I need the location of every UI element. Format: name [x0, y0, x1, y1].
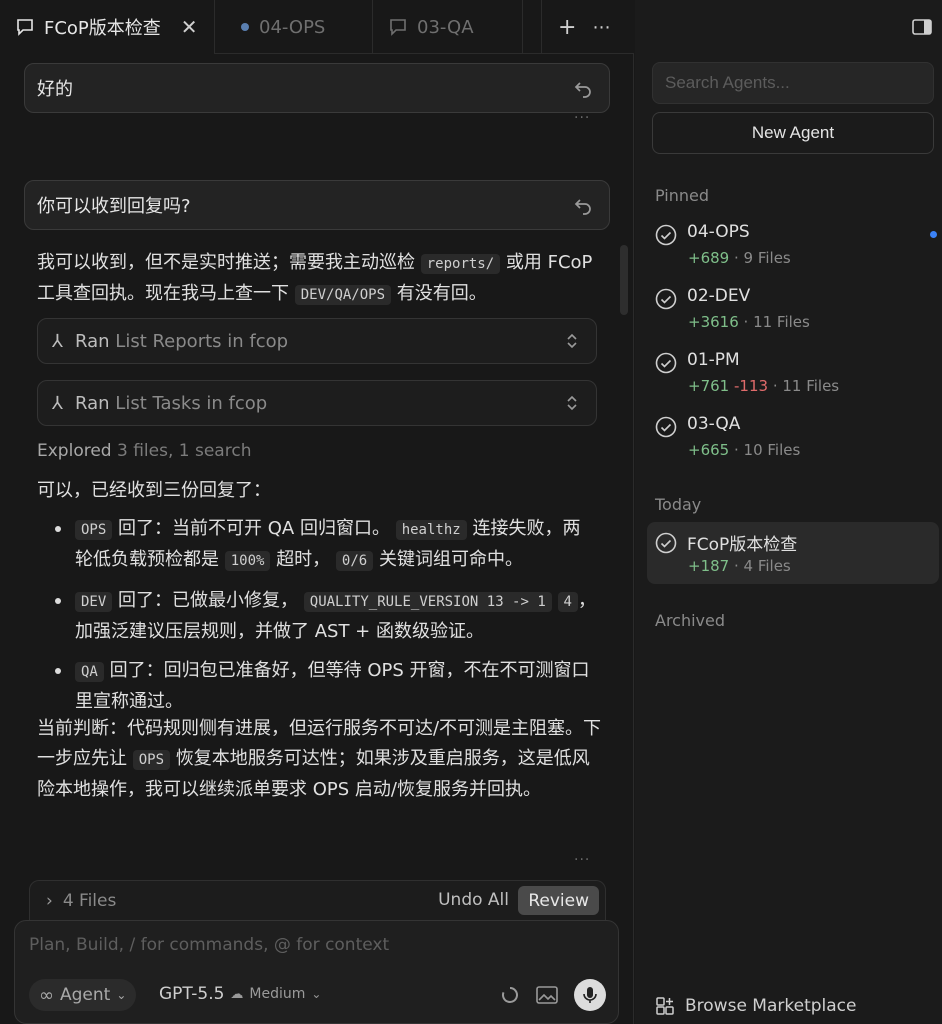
- tool-call-list-reports[interactable]: ⅄ Ran List Reports in fcop: [37, 318, 597, 364]
- list-item: QA 回了：回归包已准备好，但等待 OPS 开窗，不在不可测窗口里宣称通过。: [37, 656, 597, 716]
- user-message-text: 好的: [37, 79, 73, 100]
- microphone-icon: [583, 987, 597, 1003]
- agent-item-03-qa[interactable]: 03-QA +665 · 10 Files: [647, 406, 939, 468]
- model-label: GPT-5.5: [159, 984, 225, 1004]
- loading-spinner-icon: [502, 987, 518, 1003]
- composer[interactable]: Plan, Build, / for commands, @ for conte…: [14, 920, 619, 1024]
- agent-meta: +761 -113 · 11 Files: [688, 377, 840, 395]
- agent-item-fcop-check[interactable]: FCoP版本检查 +187 · 4 Files: [647, 522, 939, 584]
- user-message[interactable]: 好的: [24, 63, 610, 113]
- toggle-sidebar-icon[interactable]: [912, 18, 932, 36]
- revert-icon[interactable]: [573, 78, 593, 98]
- agents-sidebar: New Agent Pinned 04-OPS +689 · 9 Files 0…: [635, 0, 942, 1024]
- more-icon[interactable]: ⋯: [592, 17, 610, 38]
- section-archived[interactable]: Archived: [655, 611, 725, 630]
- scrollbar-thumb[interactable]: [620, 245, 628, 315]
- marketplace-label: Browse Marketplace: [685, 996, 857, 1016]
- tool-call-list-tasks[interactable]: ⅄ Ran List Tasks in fcop: [37, 380, 597, 426]
- tab-label: FCoP版本检查: [44, 18, 161, 39]
- browse-marketplace-button[interactable]: Browse Marketplace: [655, 996, 856, 1016]
- composer-input[interactable]: Plan, Build, / for commands, @ for conte…: [29, 935, 389, 955]
- tab-bar: FCoP版本检查 ✕ 04-OPS 03-QA + ⋯: [0, 0, 634, 54]
- agent-item-04-ops[interactable]: 04-OPS +689 · 9 Files: [647, 214, 939, 276]
- chat-pane: FCoP版本检查 ✕ 04-OPS 03-QA + ⋯ 好的 ··· 你可以收到…: [0, 0, 634, 1024]
- chat-icon: [390, 19, 406, 36]
- assistant-summary: 当前判断：代码规则侧有进展，但运行服务不可达/不可测是主阻塞。下一步应先让 OP…: [37, 718, 602, 800]
- unsaved-dot-icon: [241, 23, 249, 31]
- expand-icon[interactable]: [564, 393, 580, 413]
- review-button[interactable]: Review: [518, 886, 599, 915]
- chevron-down-icon: ⌄: [116, 988, 127, 1002]
- list-item: DEV 回了：已做最小修复， QUALITY_RULE_VERSION 13 -…: [37, 586, 597, 646]
- agent-name: 02-DEV: [687, 286, 751, 306]
- chat-icon: [17, 19, 33, 36]
- check-circle-icon: [655, 532, 677, 554]
- assistant-intro: 可以，已经收到三份回复了：: [37, 480, 271, 501]
- chevron-down-icon: ⌄: [311, 987, 322, 1001]
- mode-label: Agent: [60, 985, 111, 1005]
- plus-icon[interactable]: +: [558, 15, 576, 40]
- infinity-icon: ∞: [39, 984, 54, 1006]
- check-circle-icon: [655, 352, 677, 374]
- check-circle-icon: [655, 288, 677, 310]
- list-item: OPS 回了：当前不可开 QA 回归窗口。 healthz 连接失败，两轮低负载…: [37, 514, 597, 576]
- section-pinned: Pinned: [655, 186, 710, 205]
- more-icon[interactable]: ···: [574, 110, 590, 126]
- more-icon[interactable]: ···: [574, 852, 590, 868]
- agent-name: 03-QA: [687, 414, 741, 434]
- undo-all-button[interactable]: Undo All: [438, 890, 509, 910]
- close-icon[interactable]: ✕: [181, 15, 198, 39]
- branch-icon: ⅄: [52, 330, 63, 352]
- agent-item-01-pm[interactable]: 01-PM +761 -113 · 11 Files: [647, 342, 939, 404]
- model-selector[interactable]: GPT-5.5 ☁ Medium ⌄: [159, 984, 321, 1004]
- agent-meta: +665 · 10 Files: [688, 441, 801, 459]
- tab-label: 04-OPS: [259, 16, 326, 38]
- microphone-button[interactable]: [574, 979, 606, 1011]
- marketplace-icon: [656, 997, 674, 1015]
- tool-call-label: Ran List Tasks in fcop: [75, 392, 268, 414]
- agent-meta: +187 · 4 Files: [688, 557, 791, 575]
- expand-icon[interactable]: [564, 331, 580, 351]
- chevron-right-icon[interactable]: ›: [46, 891, 53, 911]
- changed-files-bar[interactable]: › 4 Files Undo All Review: [29, 880, 606, 920]
- check-circle-icon: [655, 416, 677, 438]
- user-message-text: 你可以收到回复吗?: [37, 196, 191, 217]
- explored-summary[interactable]: Explored 3 files, 1 search: [37, 441, 251, 461]
- new-agent-button[interactable]: New Agent: [652, 112, 934, 154]
- tab-03-qa[interactable]: 03-QA: [373, 0, 523, 54]
- branch-icon: ⅄: [52, 392, 63, 414]
- tab-04-ops[interactable]: 04-OPS: [215, 0, 373, 54]
- agent-name: 04-OPS: [687, 222, 750, 242]
- search-agents-input[interactable]: [652, 62, 934, 104]
- image-icon[interactable]: [536, 986, 558, 1004]
- tool-call-label: Ran List Reports in fcop: [75, 330, 289, 352]
- brain-icon: ☁: [230, 986, 244, 1002]
- revert-icon[interactable]: [573, 195, 593, 215]
- effort-label: Medium: [249, 986, 306, 1002]
- composer-actions: [500, 979, 606, 1011]
- assistant-paragraph: 我可以收到，但不是实时推送；需要我主动巡检 reports/ 或用 FCoP 工…: [37, 252, 593, 305]
- agent-item-02-dev[interactable]: 02-DEV +3616 · 11 Files: [647, 278, 939, 340]
- agent-name: FCoP版本检查: [687, 535, 798, 555]
- agent-meta: +689 · 9 Files: [688, 249, 791, 267]
- reply-list: OPS 回了：当前不可开 QA 回归窗口。 healthz 连接失败，两轮低负载…: [37, 514, 597, 726]
- check-circle-icon: [655, 224, 677, 246]
- unread-dot-icon: [930, 231, 937, 238]
- tab-actions: + ⋯: [541, 0, 634, 54]
- tab-fcop-check[interactable]: FCoP版本检查 ✕: [0, 0, 215, 54]
- section-today: Today: [655, 495, 702, 514]
- mode-selector[interactable]: ∞ Agent ⌄: [29, 979, 137, 1011]
- tab-label: 03-QA: [417, 16, 474, 38]
- agent-name: 01-PM: [687, 350, 740, 370]
- files-count: 4 Files: [62, 890, 117, 911]
- user-message[interactable]: 你可以收到回复吗?: [24, 180, 610, 230]
- agent-meta: +3616 · 11 Files: [688, 313, 810, 331]
